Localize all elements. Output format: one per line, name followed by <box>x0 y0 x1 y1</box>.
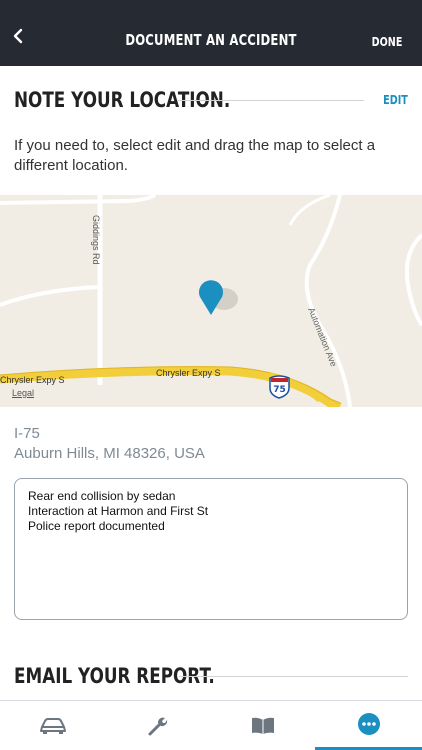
email-section-header: EMAIL YOUR REPORT. <box>14 663 408 689</box>
location-pin-icon <box>199 280 238 315</box>
interstate-shield-icon: 75 <box>269 375 290 399</box>
more-icon <box>357 713 380 735</box>
location-section-header: NOTE YOUR LOCATION. EDIT <box>14 87 408 113</box>
tab-manual[interactable] <box>210 701 315 750</box>
tab-bar <box>0 700 422 750</box>
road-label: Giddings Rd <box>91 215 101 265</box>
page-title: DOCUMENT AN ACCIDENT <box>125 31 297 49</box>
wrench-icon <box>148 717 167 736</box>
legal-link[interactable]: Legal <box>12 388 34 398</box>
chevron-left-icon <box>13 28 23 44</box>
divider <box>177 100 364 101</box>
address-line-1: I-75 <box>14 425 40 442</box>
car-icon <box>39 718 66 734</box>
location-map[interactable]: Giddings Rd Chrysler Expy S Chrysler Exp… <box>0 195 422 407</box>
accident-notes-field[interactable]: Rear end collision by sedan Interaction … <box>14 478 408 620</box>
done-button[interactable]: DONE <box>371 35 402 49</box>
road-label: Chrysler Expy S <box>0 375 65 385</box>
road-label: Automation Ave <box>306 306 339 368</box>
tab-more[interactable] <box>315 701 422 750</box>
map-graphic: Giddings Rd Chrysler Expy S Chrysler Exp… <box>0 195 422 407</box>
tab-vehicle[interactable] <box>0 701 105 750</box>
tab-service[interactable] <box>105 701 210 750</box>
divider <box>179 676 408 677</box>
edit-location-button[interactable]: EDIT <box>383 93 408 107</box>
book-icon <box>251 717 274 734</box>
address-line-2: Auburn Hills, MI 48326, USA <box>14 445 205 462</box>
location-instructions: If you need to, select edit and drag the… <box>14 137 376 174</box>
nav-header: DOCUMENT AN ACCIDENT DONE <box>0 0 422 66</box>
svg-text:75: 75 <box>273 385 286 395</box>
back-button[interactable] <box>8 26 28 46</box>
road-label: Chrysler Expy S <box>156 368 221 378</box>
